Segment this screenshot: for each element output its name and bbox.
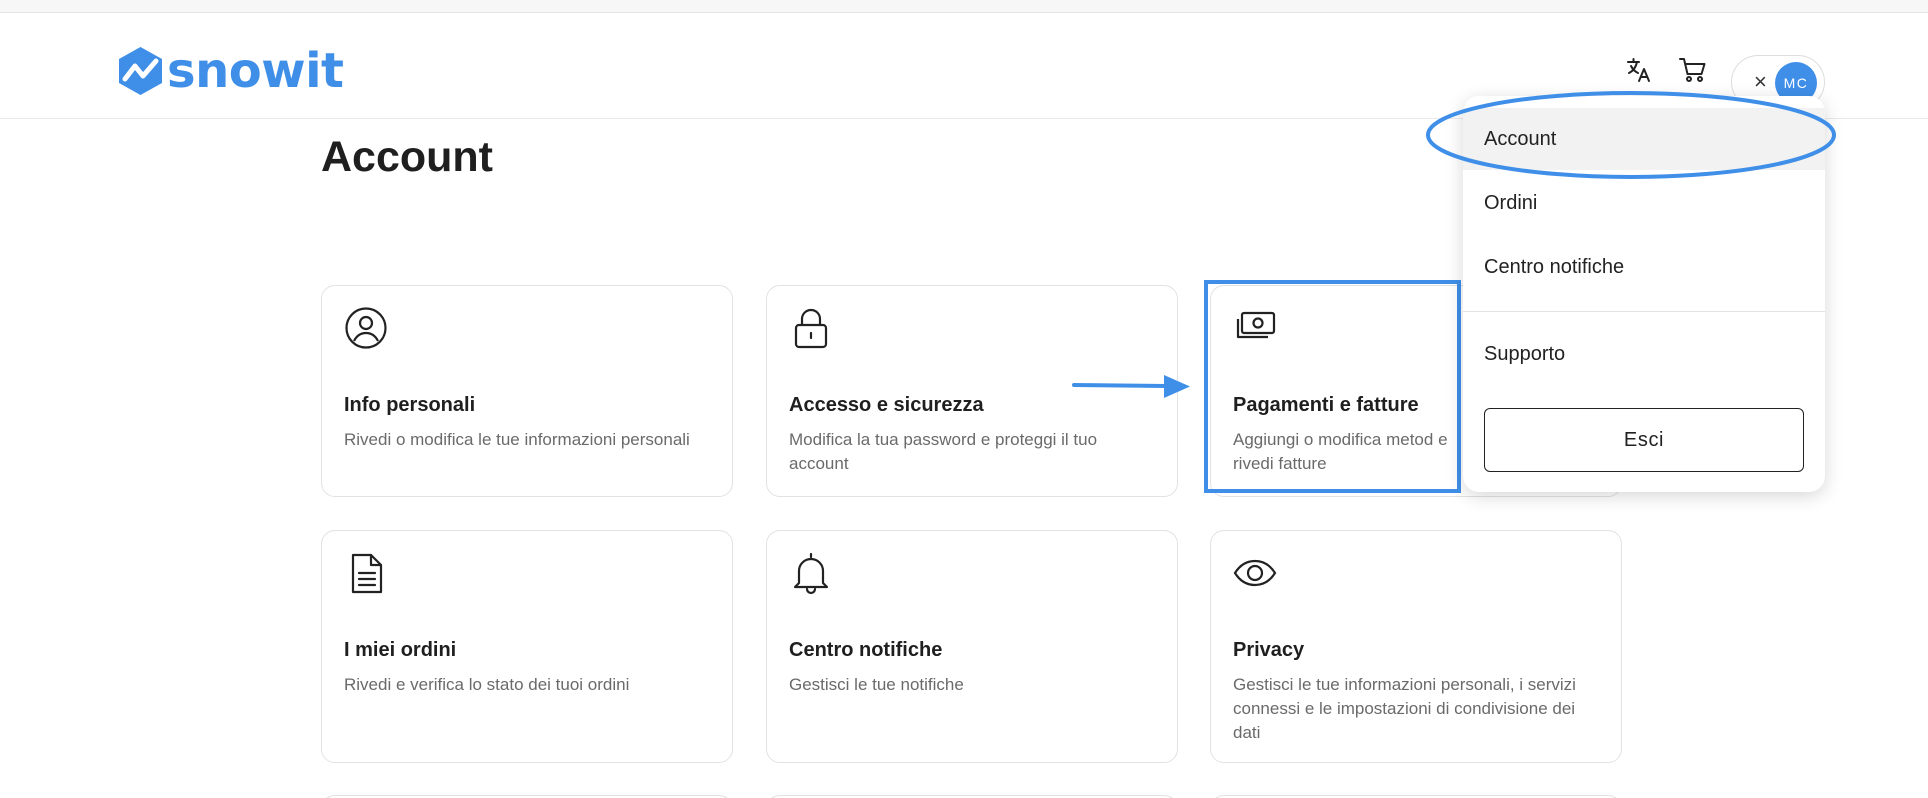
language-button[interactable] [1622,53,1656,87]
menu-item-supporto[interactable]: Supporto [1463,323,1825,385]
card-info-personali[interactable]: Info personali Rivedi o modifica le tue … [321,285,733,497]
card-description: Gestisci le tue informazioni personali, … [1233,675,1576,742]
card-i-miei-ordini[interactable]: I miei ordini Rivedi e verifica lo stato… [321,530,733,763]
cart-button[interactable] [1676,53,1710,87]
card-title: Info personali [344,394,476,416]
snowit-logo-icon [119,47,162,95]
card-description: Rivedi e verifica lo stato dei tuoi ordi… [344,675,630,694]
logo-wordmark: snowit [167,43,344,99]
cart-icon [1679,58,1706,82]
close-icon[interactable]: × [1754,69,1767,95]
card-description: Rivedi o modifica le tue informazioni pe… [344,430,690,449]
card-title: I miei ordini [344,639,457,661]
card-title: Centro notifiche [789,639,943,661]
menu-item-ordini[interactable]: Ordini [1463,172,1825,234]
bell-icon [793,552,829,595]
snowit-logo[interactable]: snowit [117,41,344,101]
menu-item-centro-notifiche[interactable]: Centro notifiche [1463,236,1825,298]
card-description: Modifica la tua password e proteggi il t… [789,430,1098,473]
card-title: Privacy [1233,639,1305,661]
user-dropdown-menu: Account Ordini Centro notifiche Supporto… [1463,96,1825,492]
page-title: Account [321,133,493,181]
document-icon [351,553,383,594]
card-title: Accesso e sicurezza [789,394,984,416]
user-circle-icon [345,307,387,349]
logout-button[interactable]: Esci [1484,408,1804,472]
menu-item-account[interactable]: Account [1463,108,1825,170]
card-privacy[interactable]: Privacy Gestisci le tue informazioni per… [1210,530,1622,763]
annotation-arrow-icon [1072,375,1190,398]
translate-icon [1627,58,1650,82]
annotation-highlight-box [1204,280,1461,493]
lock-icon [794,308,828,349]
card-description: Gestisci le tue notifiche [789,675,964,694]
menu-divider [1463,311,1825,312]
browser-top-strip [0,0,1928,13]
eye-icon [1233,559,1277,587]
card-centro-notifiche[interactable]: Centro notifiche Gestisci le tue notific… [766,530,1178,763]
